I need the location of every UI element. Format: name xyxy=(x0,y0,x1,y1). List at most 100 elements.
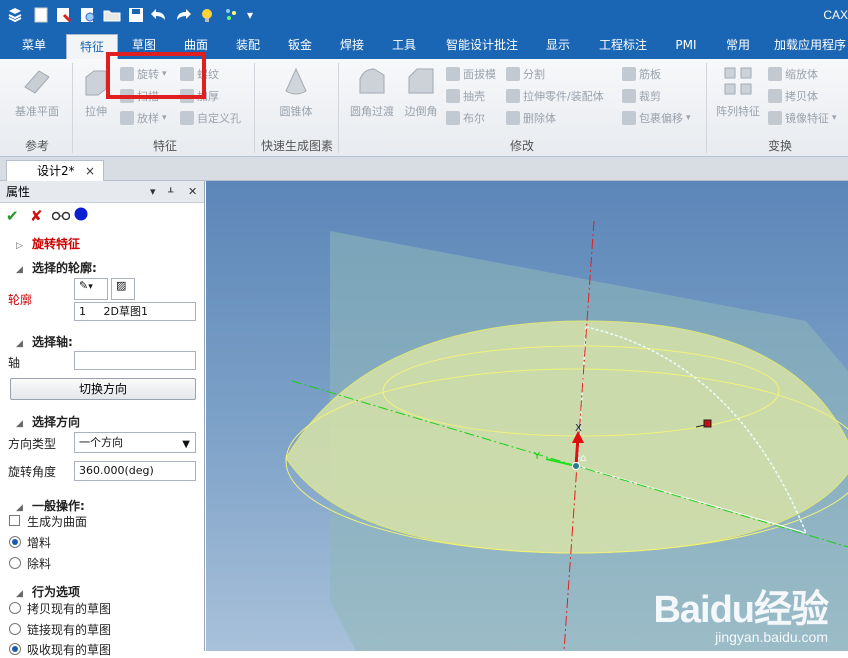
delete-body-button[interactable]: 删除体 xyxy=(506,109,556,127)
datum-plane-button[interactable]: 基准平面 xyxy=(8,65,66,119)
custom-hole-button[interactable]: 自定义孔 xyxy=(180,109,241,127)
extrude-part-button[interactable]: 拉伸零件/装配体 xyxy=(506,87,604,105)
direction-type-label: 方向类型 xyxy=(8,437,57,451)
datum-plane-icon xyxy=(21,65,53,97)
group-label-quick: 快速生成图素 xyxy=(260,139,333,153)
wrap-offset-button[interactable]: 包裹偏移 ▾ xyxy=(622,109,691,127)
remove-material-radio[interactable] xyxy=(9,557,21,569)
expand-arrow-icon[interactable]: ▷ xyxy=(16,241,28,251)
direction-type-select[interactable]: 一个方向 ▼ xyxy=(74,432,196,453)
dropdown-icon[interactable]: ▾ xyxy=(244,6,256,24)
copy-body-button[interactable]: 拷贝体 xyxy=(768,87,818,105)
properties-panel: 属性 ▾ ᚆ ✕ ✔ ✘ ▷ 旋转特征 ◢ 选择的轮廓: 轮廓 ✎▾ ▨ 1 2D草… xyxy=(0,181,205,657)
group-label-reference: 参考 xyxy=(24,139,49,153)
tab-tools[interactable]: 工具 xyxy=(382,32,426,59)
split-button[interactable]: 分割 xyxy=(506,65,545,83)
origin-point xyxy=(572,462,580,470)
light-bulb-icon[interactable] xyxy=(198,6,216,24)
make-surface-label: 生成为曲面 xyxy=(27,515,88,529)
profile-list[interactable]: 1 2D草图1 xyxy=(74,302,196,321)
panel-title: 属性 xyxy=(6,185,31,199)
section-profile: ◢ 选择的轮廓: xyxy=(16,261,97,275)
close-icon[interactable]: × xyxy=(85,161,95,181)
sketch-edit-button[interactable]: ✎▾ xyxy=(74,278,108,300)
blue-dot-icon[interactable] xyxy=(74,207,88,225)
tab-welding[interactable]: 焊接 xyxy=(330,32,374,59)
sketch-select-button[interactable]: ▨ xyxy=(111,278,135,300)
copy-sketch-radio[interactable] xyxy=(9,602,21,614)
collapse-arrow-icon[interactable]: ◢ xyxy=(16,503,28,513)
ribbon: 基准平面 参考 拉伸 旋转 ▾ 螺纹 扫描 加厚 放样 ▾ 自定义孔 特征 圆锥… xyxy=(0,52,848,157)
3d-viewport[interactable]: X Y ⌂ Baidu经验 jingyan.baidu.com xyxy=(206,181,848,651)
wrap-offset-icon xyxy=(622,111,636,125)
preview-glasses-icon[interactable] xyxy=(51,207,71,225)
section-direction: ◢ 选择方向 xyxy=(16,415,81,429)
shell-button[interactable]: 抽壳 xyxy=(446,87,485,105)
tab-smart-annotation[interactable]: 智能设计批注 xyxy=(440,32,524,59)
tab-display[interactable]: 显示 xyxy=(536,32,580,59)
print-icon[interactable] xyxy=(79,6,97,24)
tab-dimensioning[interactable]: 工程标注 xyxy=(592,32,654,59)
cancel-x-icon[interactable]: ✘ xyxy=(30,207,43,225)
scale-body-button[interactable]: 缩放体 xyxy=(768,65,818,83)
save-icon[interactable] xyxy=(127,6,145,24)
rib-icon xyxy=(622,67,636,81)
pin-icon[interactable]: ᚆ xyxy=(168,181,173,203)
add-material-radio[interactable] xyxy=(9,536,21,548)
loft-button[interactable]: 放样 ▾ xyxy=(120,109,167,127)
document-tab[interactable]: 设计2* × xyxy=(6,160,104,181)
tab-sheetmetal[interactable]: 钣金 xyxy=(278,32,322,59)
chevron-down-icon: ▾ xyxy=(88,282,93,292)
close-icon[interactable]: ✕ xyxy=(188,181,197,203)
axis-input[interactable] xyxy=(74,351,196,370)
confirm-check-icon[interactable]: ✔ xyxy=(6,207,19,225)
fillet-button[interactable]: 圆角过渡 xyxy=(344,65,400,119)
collapse-arrow-icon[interactable]: ◢ xyxy=(16,339,28,349)
lock-icon: ⌂ xyxy=(580,453,586,464)
mirror-feature-button[interactable]: 镜像特征 ▾ xyxy=(768,109,837,127)
boolean-icon xyxy=(446,111,460,125)
link-sketch-radio[interactable] xyxy=(9,623,21,635)
rotation-angle-input[interactable]: 360.000(deg) xyxy=(74,461,196,481)
collapse-arrow-icon[interactable]: ◢ xyxy=(16,589,28,599)
tab-pmi[interactable]: PMI xyxy=(666,32,706,59)
shell-icon xyxy=(446,89,460,103)
cone-button[interactable]: 圆锥体 xyxy=(264,65,328,119)
effects-icon[interactable] xyxy=(222,6,240,24)
panel-header: 属性 ▾ ᚆ ✕ xyxy=(0,181,204,203)
new-file-icon[interactable] xyxy=(32,6,50,24)
chamfer-button[interactable]: 边倒角 xyxy=(402,65,440,119)
collapse-arrow-icon[interactable]: ◢ xyxy=(16,419,28,429)
tab-common[interactable]: 常用 xyxy=(716,32,760,59)
make-surface-checkbox[interactable] xyxy=(9,515,20,526)
add-material-label: 增料 xyxy=(27,536,52,550)
tab-menu[interactable]: 菜单 xyxy=(6,32,62,59)
collapse-arrow-icon[interactable]: ◢ xyxy=(16,265,28,275)
boolean-button[interactable]: 布尔 xyxy=(446,109,485,127)
pattern-button[interactable]: 阵列特征 xyxy=(710,65,766,119)
absorb-sketch-radio[interactable] xyxy=(9,643,21,655)
copy-sketch-label: 拷贝现有的草图 xyxy=(27,602,112,616)
switch-direction-button[interactable]: 切换方向 xyxy=(10,378,196,400)
loft-icon xyxy=(120,111,134,125)
draft-icon xyxy=(446,67,460,81)
remove-material-label: 除料 xyxy=(27,557,52,571)
link-sketch-label: 链接现有的草图 xyxy=(27,623,112,637)
rib-button[interactable]: 筋板 xyxy=(622,65,661,83)
undo-icon[interactable] xyxy=(150,6,168,24)
redo-icon[interactable] xyxy=(174,6,192,24)
tab-assembly[interactable]: 装配 xyxy=(226,32,270,59)
draft-button[interactable]: 面拔模 xyxy=(446,65,496,83)
feature-title: ▷ 旋转特征 xyxy=(16,237,81,251)
save-as-icon[interactable] xyxy=(55,6,73,24)
pattern-icon xyxy=(722,65,754,97)
document-tab-strip: 设计2* × xyxy=(0,157,848,181)
handle-marker[interactable] xyxy=(703,419,712,428)
open-folder-icon[interactable] xyxy=(103,6,121,24)
section-general: ◢ 一般操作: xyxy=(16,499,85,513)
trim-button[interactable]: 裁剪 xyxy=(622,87,661,105)
tab-load-apps[interactable]: 加载应用程序 xyxy=(772,32,848,59)
panel-menu-icon[interactable]: ▾ xyxy=(150,181,156,203)
rotation-angle-label: 旋转角度 xyxy=(8,465,57,479)
app-logo-icon[interactable] xyxy=(6,6,24,24)
